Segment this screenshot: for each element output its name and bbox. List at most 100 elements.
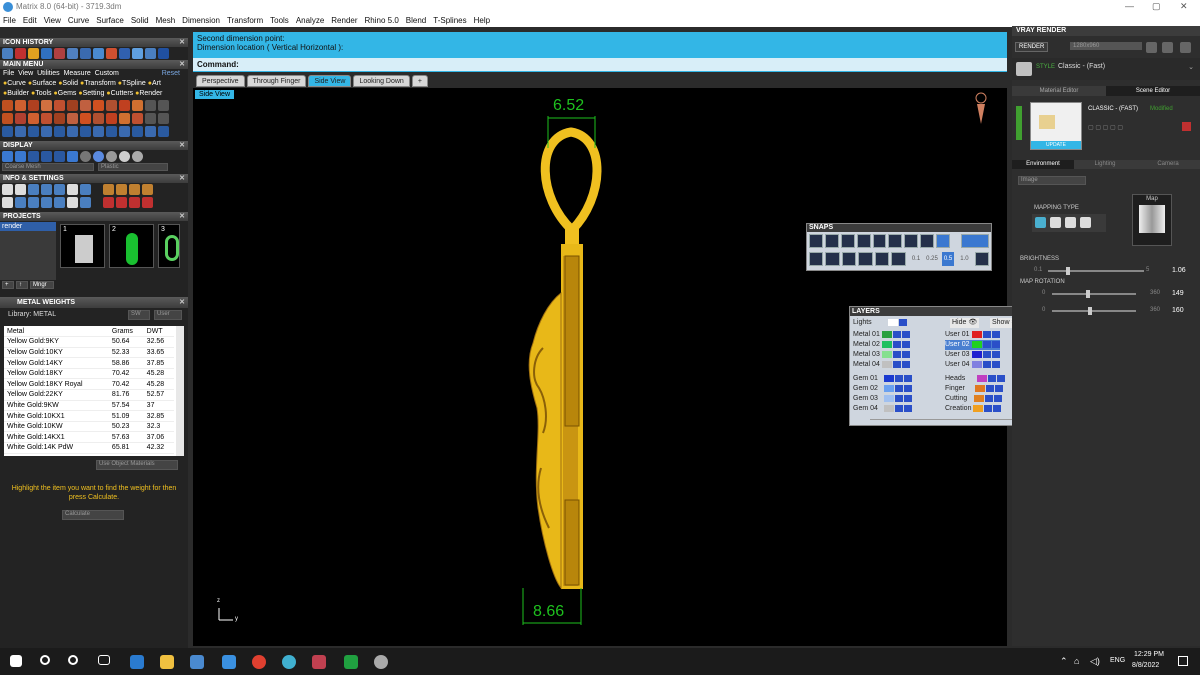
mm-file[interactable]: File — [3, 70, 14, 77]
mesh-select[interactable]: Coarse Mesh — [2, 163, 94, 171]
layer-lock-icon[interactable] — [991, 340, 1000, 348]
layer-lock-icon[interactable] — [991, 350, 1000, 358]
layer-row[interactable]: Creation — [945, 404, 1002, 414]
mm-solid[interactable]: Solid — [62, 80, 78, 87]
delete-icon[interactable] — [1182, 122, 1191, 131]
tool-icon[interactable] — [15, 100, 26, 111]
layer-visibility-icon[interactable] — [984, 404, 993, 412]
layer-visibility-icon[interactable] — [894, 374, 903, 382]
windows-start-icon[interactable] — [10, 655, 22, 667]
mm-render[interactable]: Render — [139, 90, 162, 97]
layer-color[interactable] — [881, 350, 892, 358]
layer-color[interactable] — [883, 384, 894, 392]
display-mode-icon[interactable] — [2, 151, 13, 162]
tool-icon[interactable] — [15, 48, 26, 59]
use-object-materials-select[interactable]: Use Object Materials — [96, 460, 178, 470]
layer-lock-icon[interactable] — [997, 374, 1006, 382]
menu-solid[interactable]: Solid — [131, 14, 149, 27]
table-row[interactable]: White Gold:14KX1 57.63 37.06 — [4, 431, 174, 444]
mapping-dome-icon[interactable] — [1080, 217, 1091, 228]
menu-blend[interactable]: Blend — [406, 14, 426, 27]
tool-icon[interactable] — [132, 100, 143, 111]
close-button[interactable]: ✕ — [1180, 1, 1188, 12]
layer-row[interactable]: Gem 01 — [853, 374, 912, 384]
menu-help[interactable]: Help — [474, 14, 490, 27]
minimize-button[interactable]: — — [1125, 1, 1134, 11]
mm-custom[interactable]: Custom — [95, 70, 119, 77]
cortana-icon[interactable] — [68, 655, 78, 665]
tab-lighting[interactable]: Lighting — [1074, 160, 1136, 169]
rotation-slider[interactable] — [1052, 290, 1136, 298]
close-icon[interactable]: ✕ — [179, 38, 185, 47]
tool-icon[interactable] — [54, 100, 65, 111]
tool-icon[interactable] — [2, 100, 13, 111]
layer-lock-icon[interactable] — [901, 330, 910, 338]
tool-icon[interactable] — [2, 126, 13, 137]
menu-mesh[interactable]: Mesh — [156, 14, 176, 27]
layer-color[interactable] — [971, 330, 982, 338]
close-icon[interactable]: ✕ — [179, 212, 185, 221]
display-mode-icon[interactable] — [41, 151, 52, 162]
mm-tools[interactable]: Tools — [35, 90, 51, 97]
tool-icon[interactable] — [158, 48, 169, 59]
store-icon[interactable] — [190, 655, 204, 669]
layer-visibility-icon[interactable] — [892, 330, 901, 338]
layer-lock-icon[interactable] — [993, 404, 1002, 412]
layer-row[interactable]: Metal 01 — [853, 330, 910, 340]
tab-material-editor[interactable]: Material Editor — [1012, 86, 1106, 96]
file-explorer-icon[interactable] — [160, 655, 174, 669]
up-icon[interactable]: ↑ — [16, 281, 28, 289]
layer-visibility-icon[interactable] — [985, 384, 994, 392]
info-icon[interactable] — [142, 184, 153, 195]
layer-visibility-icon[interactable] — [982, 350, 991, 358]
layer-visibility-icon[interactable] — [985, 394, 994, 402]
tool-icon[interactable] — [132, 126, 143, 137]
layer-visibility-icon[interactable] — [894, 384, 903, 392]
mapping-sphere-icon[interactable] — [1065, 217, 1076, 228]
table-row[interactable]: Yellow Gold:22KY 81.76 52.57 — [4, 389, 174, 401]
layer-color[interactable] — [881, 330, 892, 338]
layer-row[interactable]: Metal 03 — [853, 350, 910, 360]
snap-grid-icon[interactable] — [809, 252, 824, 266]
tool-icon[interactable] — [67, 100, 78, 111]
display-mode-icon[interactable] — [67, 151, 78, 162]
material-sphere-icon[interactable] — [106, 151, 117, 162]
layer-color[interactable] — [971, 340, 982, 348]
menu-dimension[interactable]: Dimension — [182, 14, 220, 27]
snap-value-active[interactable]: 0.5 — [941, 252, 955, 266]
tool-icon[interactable] — [54, 113, 65, 124]
info-icon[interactable] — [142, 197, 153, 208]
info-icon[interactable] — [41, 197, 52, 208]
project-thumb[interactable]: 2 — [109, 224, 154, 268]
layer-color[interactable] — [883, 394, 894, 402]
tool-icon[interactable] — [80, 126, 91, 137]
tab-add[interactable]: + — [411, 75, 428, 87]
layer-color[interactable] — [883, 374, 894, 382]
tool-icon[interactable] — [132, 113, 143, 124]
tool-icon[interactable] — [28, 48, 39, 59]
snap-end-icon[interactable] — [809, 234, 823, 248]
slider-thumb[interactable] — [1066, 267, 1070, 275]
snap-near-icon[interactable] — [824, 234, 839, 248]
info-icon[interactable] — [116, 184, 127, 195]
layer-row[interactable]: Metal 02 — [853, 340, 910, 350]
layer-lock-icon[interactable] — [903, 384, 912, 392]
task-view-icon[interactable] — [98, 655, 110, 665]
tab-through-finger[interactable]: Through Finger — [246, 75, 307, 87]
info-icon[interactable] — [103, 184, 114, 195]
table-row[interactable]: Yellow Gold:10KY 52.33 33.65 — [4, 347, 174, 359]
camera-icon[interactable] — [1162, 42, 1173, 53]
layer-color[interactable] — [974, 384, 985, 392]
snap-toggle-icon[interactable] — [961, 234, 989, 248]
tool-icon[interactable] — [93, 113, 104, 124]
mm-builder[interactable]: Builder — [7, 90, 29, 97]
layer-visibility-icon[interactable] — [988, 374, 997, 382]
layer-visibility-icon[interactable] — [982, 330, 991, 338]
library-user-button[interactable]: User — [154, 310, 182, 320]
layer-color[interactable] — [973, 404, 984, 412]
resolution-field[interactable]: 1280x960 — [1070, 42, 1142, 50]
layer-lock-icon[interactable] — [901, 340, 910, 348]
tab-camera[interactable]: Camera — [1136, 160, 1200, 169]
layer-row[interactable]: Heads — [945, 374, 1006, 384]
close-icon[interactable]: ✕ — [179, 297, 185, 308]
